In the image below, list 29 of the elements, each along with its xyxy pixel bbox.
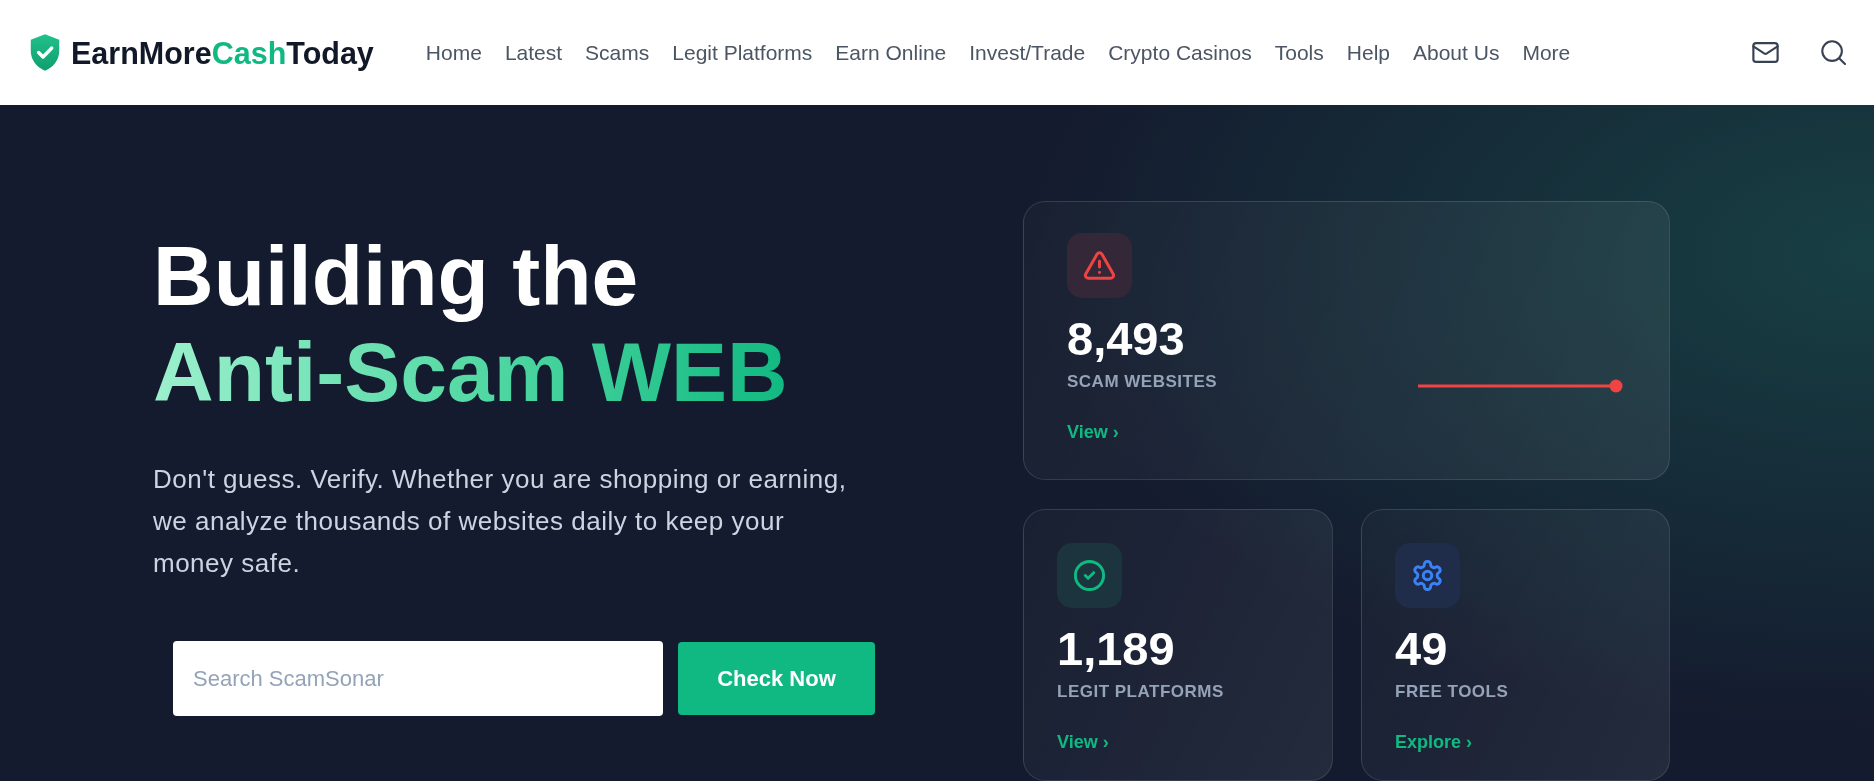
mail-icon[interactable] bbox=[1752, 42, 1779, 63]
nav-link[interactable]: Help bbox=[1346, 39, 1390, 66]
warning-icon bbox=[1067, 233, 1132, 298]
search-field[interactable]: Search ScamSonar bbox=[173, 641, 663, 716]
nav-link[interactable]: Crypto Casinos bbox=[1108, 39, 1252, 66]
stat-value: 1,189 bbox=[1057, 623, 1175, 675]
stat-label: FREE TOOLS bbox=[1395, 681, 1509, 703]
stat-value: 49 bbox=[1395, 623, 1448, 675]
nav-link[interactable]: Scams bbox=[585, 39, 650, 66]
view-link[interactable]: View › bbox=[1067, 420, 1119, 444]
nav-link[interactable]: More bbox=[1522, 39, 1571, 66]
gear-icon bbox=[1395, 543, 1460, 608]
site-logo[interactable]: EarnMoreCashToday bbox=[30, 34, 374, 71]
hero-heading: Building the Anti-Scam WEB bbox=[153, 228, 789, 420]
hero-description: Don't guess. Verify. Whether you are shopping or earning, we analyze thousands of websites daily to keep your money safe. bbox=[153, 463, 848, 580]
stat-label: SCAM WEBSITES bbox=[1067, 371, 1218, 393]
stat-label: LEGIT PLATFORMS bbox=[1057, 681, 1224, 703]
view-link[interactable]: Explore › bbox=[1395, 730, 1473, 754]
nav-link[interactable]: About Us bbox=[1413, 39, 1500, 66]
view-link[interactable]: View › bbox=[1057, 730, 1109, 754]
shield-check-icon bbox=[30, 34, 60, 71]
nav-link[interactable]: Tools bbox=[1274, 39, 1324, 66]
nav-link[interactable]: Invest/Trade bbox=[969, 39, 1086, 66]
nav-link[interactable]: Home bbox=[425, 39, 482, 66]
nav-link[interactable]: Legit Platforms bbox=[672, 39, 813, 66]
stat-value: 8,493 bbox=[1067, 313, 1185, 365]
nav-link[interactable]: Earn Online bbox=[835, 39, 947, 66]
search-icon[interactable] bbox=[1821, 40, 1846, 65]
nav-link[interactable]: Latest bbox=[504, 39, 563, 66]
